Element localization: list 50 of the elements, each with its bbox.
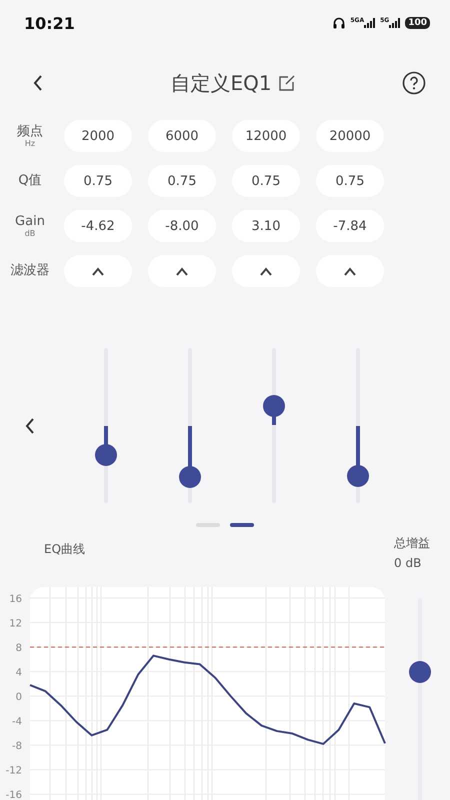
status-time: 10:21: [24, 14, 75, 32]
value-field[interactable]: 6000: [148, 120, 216, 152]
row-label: 滤波器: [10, 263, 50, 279]
row-label: 频点: [17, 124, 43, 140]
value-field[interactable]: 20000: [316, 120, 384, 152]
value-field[interactable]: 3.10: [232, 210, 300, 242]
row-label: Q值: [18, 173, 42, 189]
edit-icon[interactable]: [278, 74, 296, 92]
slider-thumb[interactable]: [263, 394, 285, 416]
page-indicator[interactable]: [230, 523, 254, 527]
value-field[interactable]: 0.75: [148, 165, 216, 197]
value-field[interactable]: -7.84: [316, 210, 384, 242]
row-unit: dB: [24, 229, 36, 238]
axis-tick-label: -4: [12, 716, 22, 728]
battery-level: 100: [405, 17, 430, 29]
row-label: Gain: [15, 214, 45, 230]
help-button[interactable]: [402, 71, 426, 95]
value-field[interactable]: -8.00: [148, 210, 216, 242]
value-field[interactable]: 0.75: [316, 165, 384, 197]
slider-thumb[interactable]: [95, 444, 117, 466]
signal-icon: [364, 18, 376, 28]
headphones-icon: [333, 17, 346, 29]
slider-thumb[interactable]: [179, 466, 201, 488]
axis-tick-label: 0: [16, 692, 22, 704]
value-field[interactable]: 2000: [64, 120, 132, 152]
axis-tick-label: -12: [6, 766, 22, 777]
axis-tick-label: -16: [6, 790, 22, 800]
page-title: 自定义EQ1: [170, 70, 272, 96]
master-gain-label: 总增益: [394, 535, 430, 552]
master-gain-reading: 0 dB: [394, 556, 422, 570]
row-unit: Hz: [24, 139, 36, 148]
slider-thumb[interactable]: [409, 660, 431, 683]
axis-tick-label: 16: [9, 594, 22, 606]
peak-filter-icon: [92, 266, 104, 276]
axis-tick-label: 8: [16, 643, 22, 654]
signal-icon: [389, 18, 400, 28]
back-button[interactable]: [32, 74, 44, 92]
value-field[interactable]: 0.75: [64, 165, 132, 197]
value-field[interactable]: 12000: [232, 120, 300, 152]
axis-tick-label: 12: [9, 618, 22, 630]
value-field[interactable]: -4.62: [64, 210, 132, 242]
peak-filter-icon: [344, 266, 356, 276]
previous-page-button[interactable]: [24, 416, 36, 434]
value-field[interactable]: 0.75: [232, 165, 300, 197]
slider-thumb[interactable]: [347, 465, 369, 488]
peak-filter-icon: [176, 266, 188, 276]
peak-filter-icon: [260, 266, 272, 276]
axis-tick-label: 4: [16, 668, 22, 679]
axis-tick-label: -8: [12, 741, 22, 752]
chart-title: EQ曲线: [44, 541, 86, 558]
